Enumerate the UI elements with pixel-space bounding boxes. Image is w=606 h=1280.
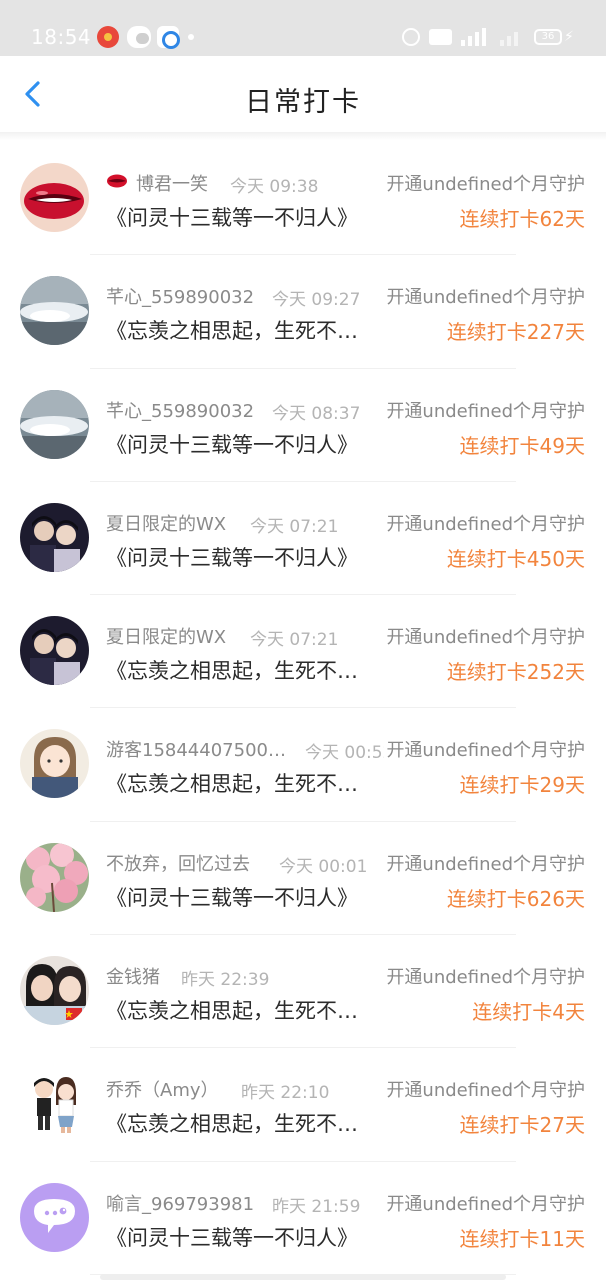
streak-count: 连续打卡227天 — [446, 320, 585, 345]
list-item[interactable]: 博君一笑 今天 09:38 开通undefined个月守护 《问灵十三载等一不归人》 连… — [0, 142, 606, 256]
streak-count: 连续打卡11天 — [459, 1226, 585, 1251]
list-item[interactable]: 游客15844407500… 今天 00:52 开通undefined个月守护 《忘羡… — [0, 708, 606, 823]
checkin-time: 今天 09:38 — [230, 177, 319, 197]
avatar[interactable] — [20, 389, 89, 459]
user-name[interactable]: 芊心_559890032 — [106, 397, 254, 423]
nav-bar: 日常打卡 — [0, 56, 606, 132]
streak-count: 连续打卡450天 — [446, 546, 585, 571]
user-name[interactable]: 夏日限定的WX — [106, 623, 226, 649]
list-item[interactable]: 夏日限定的WX 今天 07:21 开通undefined个月守护 《问灵十三载等一不归… — [0, 482, 606, 596]
guard-status: 开通undefined个月守护 — [384, 509, 585, 536]
story-title[interactable]: 《忘羡之相思起，生死不离》 — [106, 1108, 376, 1138]
signal-icon — [500, 28, 522, 46]
avatar[interactable] — [20, 1182, 89, 1252]
story-title[interactable]: 《忘羡之相思起，生死不离》 — [106, 995, 376, 1025]
guard-status: 开通undefined个月守护 — [384, 396, 585, 423]
battery-icon: 36 — [534, 29, 562, 45]
avatar[interactable] — [20, 729, 89, 799]
streak-count: 连续打卡252天 — [446, 660, 585, 685]
user-name[interactable]: 芊心_559890032 — [106, 283, 254, 309]
list-item[interactable]: 喻言_969793981 昨天 21:59 开通undefined个月守护 《问灵十三… — [0, 1162, 606, 1276]
avatar[interactable] — [20, 163, 89, 232]
checkin-time: 今天 07:21 — [250, 630, 339, 651]
checkin-time: 昨天 21:59 — [272, 1196, 361, 1217]
avatar[interactable] — [20, 842, 89, 912]
story-title[interactable]: 《忘羡之相思起，生死不离》 — [106, 655, 376, 685]
guard-status: 开通undefined个月守护 — [384, 1189, 585, 1216]
avatar[interactable] — [20, 956, 89, 1026]
streak-count: 连续打卡49天 — [459, 433, 585, 458]
streak-count: 连续打卡27天 — [459, 1113, 585, 1138]
guard-status: 开通undefined个月守护 — [384, 963, 585, 990]
checkin-list: 博君一笑 今天 09:38 开通undefined个月守护 《问灵十三载等一不归人》连… — [0, 142, 606, 1276]
page-title: 日常打卡 — [245, 87, 361, 118]
list-item[interactable]: 乔乔（Amy） 昨天 22:10 开通undefined个月守护 《忘羡之相思起，生死… — [0, 1048, 606, 1162]
lips-icon — [106, 172, 128, 190]
list-item[interactable]: 夏日限定的WX 今天 07:21 开通undefined个月守护 《忘羡之相思起，生死… — [0, 595, 606, 709]
qq-browser-icon — [157, 26, 180, 49]
weibo-icon — [97, 26, 119, 48]
list-item[interactable]: 芊心_559890032 今天 09:27 开通undefined个月守护 《忘羡之相… — [0, 255, 606, 369]
hd-icon — [429, 29, 452, 45]
status-bar: 18:54 36 ⚡ — [0, 0, 606, 56]
more-notifications-dot — [188, 34, 194, 40]
checkin-time: 今天 09:27 — [272, 290, 361, 311]
streak-count: 连续打卡29天 — [459, 773, 585, 798]
story-title[interactable]: 《问灵十三载等一不归人》 — [106, 1222, 376, 1252]
story-title[interactable]: 《忘羡之相思起，生死不离》 — [106, 768, 376, 798]
guard-status: 开通undefined个月守护 — [384, 170, 585, 196]
user-name[interactable]: 夏日限定的WX — [106, 510, 226, 536]
status-time: 18:54 — [31, 25, 92, 49]
streak-count: 连续打卡626天 — [446, 886, 585, 911]
checkin-time: 今天 07:21 — [250, 516, 339, 537]
checkin-time: 今天 08:37 — [272, 403, 361, 424]
checkin-time: 今天 00:52 — [305, 743, 394, 764]
user-name[interactable]: 博君一笑 — [136, 170, 208, 196]
list-item[interactable]: 金钱猪 昨天 22:39 开通undefined个月守护 《忘羡之相思起，生死不离》 连… — [0, 935, 606, 1049]
avatar[interactable] — [20, 276, 89, 346]
list-item[interactable]: 不放弃，回忆过去 今天 00:01 开通undefined个月守护 《问灵十三载等一不… — [0, 822, 606, 936]
avatar[interactable] — [20, 1069, 89, 1139]
guard-status: 开通undefined个月守护 — [384, 1076, 585, 1103]
avatar[interactable] — [20, 502, 89, 572]
guard-status: 开通undefined个月守护 — [384, 623, 585, 650]
story-title[interactable]: 《问灵十三载等一不归人》 — [106, 882, 376, 912]
streak-count: 连续打卡62天 — [459, 207, 585, 231]
guard-status: 开通undefined个月守护 — [384, 849, 585, 876]
user-name[interactable]: 喻言_969793981 — [106, 1190, 254, 1216]
streak-count: 连续打卡4天 — [472, 1000, 585, 1025]
story-title[interactable]: 《问灵十三载等一不归人》 — [106, 429, 376, 459]
user-name[interactable]: 乔乔（Amy） — [106, 1076, 219, 1102]
checkin-time: 今天 00:01 — [279, 856, 368, 877]
avatar[interactable] — [20, 616, 89, 686]
wechat-icon — [127, 26, 151, 48]
signal-4g-icon — [461, 28, 487, 46]
list-item[interactable]: 芊心_559890032 今天 08:37 开通undefined个月守护 《问灵十三… — [0, 369, 606, 483]
checkin-time: 昨天 22:39 — [181, 970, 270, 991]
guard-status: 开通undefined个月守护 — [384, 283, 585, 310]
story-title[interactable]: 《问灵十三载等一不归人》 — [106, 202, 376, 232]
story-title[interactable]: 《忘羡之相思起，生死不离》 — [106, 315, 376, 345]
user-name[interactable]: 不放弃，回忆过去 — [106, 850, 250, 876]
charging-icon: ⚡ — [564, 29, 574, 45]
guard-status: 开通undefined个月守护 — [384, 736, 585, 763]
user-name[interactable]: 金钱猪 — [106, 963, 160, 989]
story-title[interactable]: 《问灵十三载等一不归人》 — [106, 542, 376, 572]
scroll-indicator — [100, 1274, 506, 1280]
checkin-time: 昨天 22:10 — [241, 1083, 330, 1104]
header-divider — [0, 132, 606, 140]
alarm-icon — [402, 28, 420, 46]
user-name[interactable]: 游客15844407500… — [106, 736, 286, 762]
